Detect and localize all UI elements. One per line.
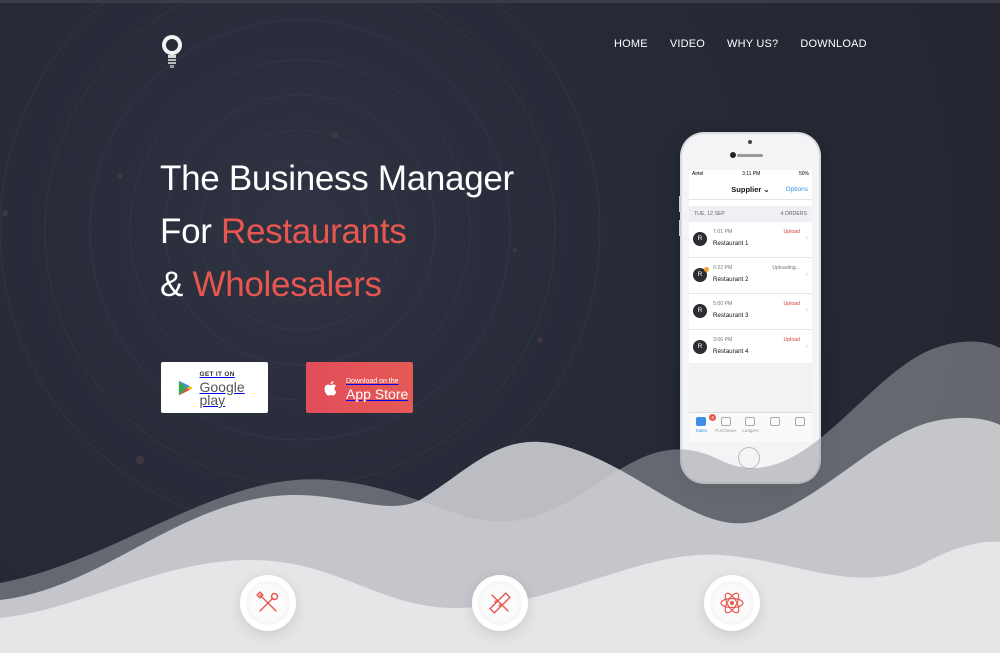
feature-science-badge	[704, 575, 760, 631]
tools-icon	[256, 591, 279, 612]
feature-design-badge	[472, 575, 528, 631]
wave-background	[0, 341, 1000, 653]
hero-section: HOME VIDEO WHY US? DOWNLOAD The Business…	[0, 0, 1000, 653]
feature-science-inner	[710, 581, 754, 625]
atom-icon	[720, 592, 744, 614]
feature-design-inner	[478, 581, 522, 625]
feature-tools-inner	[246, 581, 290, 625]
pencil-ruler-icon	[489, 592, 511, 614]
feature-tools-badge	[240, 575, 296, 631]
